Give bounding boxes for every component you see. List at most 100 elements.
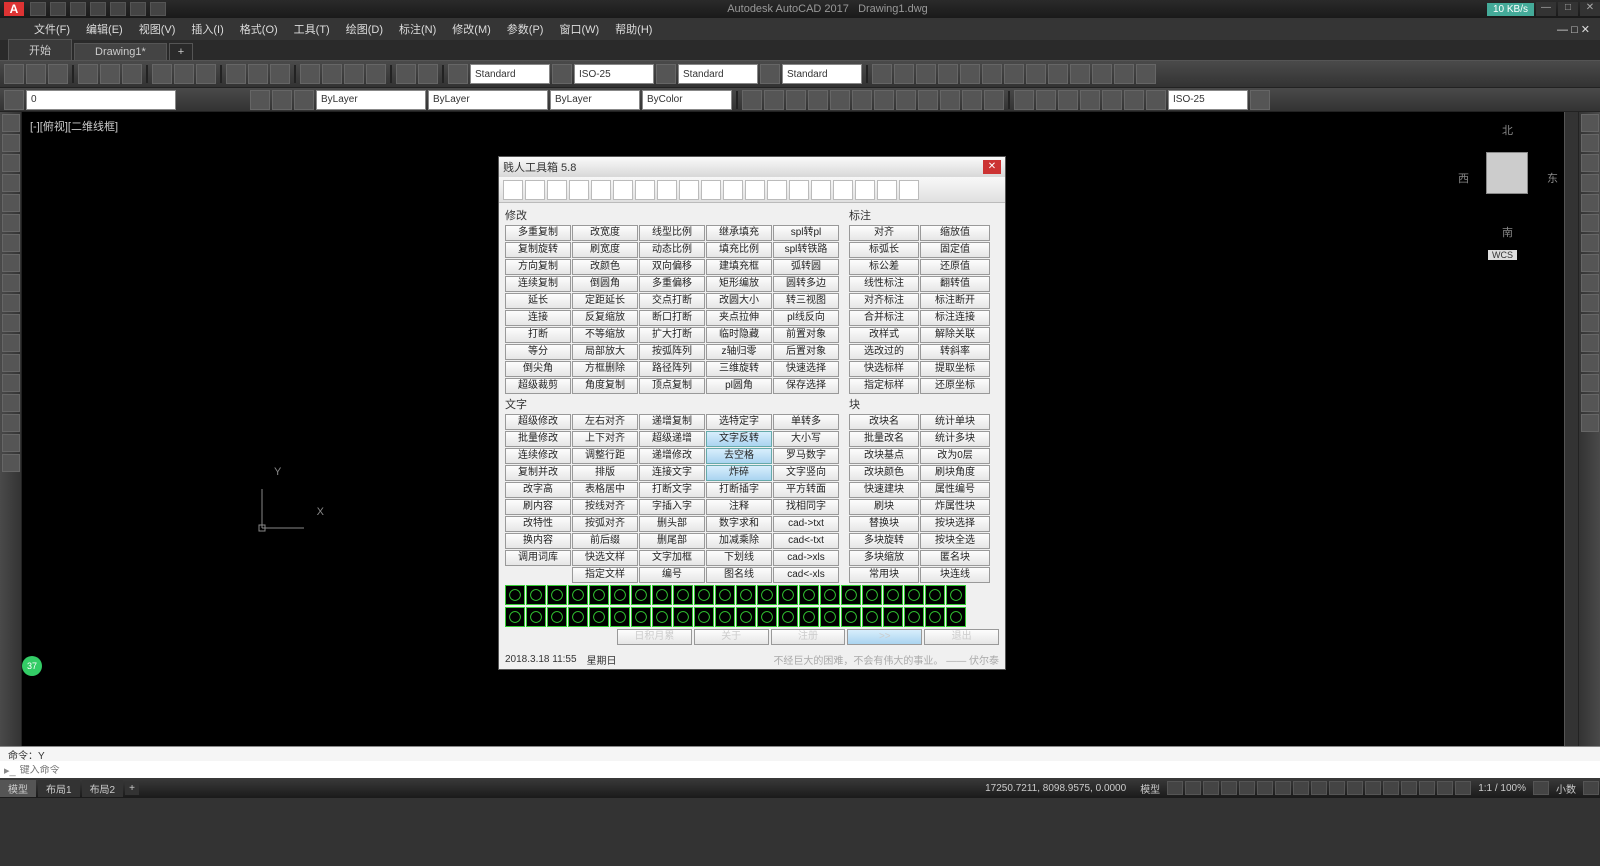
symbol-1-16-icon[interactable] xyxy=(841,607,861,627)
tool-继承填充[interactable]: 继承填充 xyxy=(706,225,772,241)
symbol-1-0-icon[interactable] xyxy=(505,607,525,627)
snap-icon[interactable] xyxy=(1167,781,1183,795)
d-textedit-icon[interactable] xyxy=(1124,90,1144,110)
tool-扩大打断[interactable]: 扩大打断 xyxy=(639,327,705,343)
tool-cad->xls[interactable]: cad->xls xyxy=(773,550,839,566)
tool-局部放大[interactable]: 局部放大 xyxy=(572,344,638,360)
arc-icon[interactable] xyxy=(2,174,20,192)
tb-calc-icon[interactable] xyxy=(366,64,386,84)
symbol-0-2-icon[interactable] xyxy=(547,585,567,605)
mdi-controls[interactable]: — □ ✕ xyxy=(1553,21,1594,38)
tool-顶点复制[interactable]: 顶点复制 xyxy=(639,378,705,394)
symbol-0-6-icon[interactable] xyxy=(631,585,651,605)
dialog-close-icon[interactable]: ✕ xyxy=(983,160,1001,174)
tool-快选文样[interactable]: 快选文样 xyxy=(572,550,638,566)
grid-icon[interactable] xyxy=(1185,781,1201,795)
tool-连接[interactable]: 连接 xyxy=(505,310,571,326)
symbol-0-14-icon[interactable] xyxy=(799,585,819,605)
tool-罗马数字[interactable]: 罗马数字 xyxy=(773,448,839,464)
symbol-0-8-icon[interactable] xyxy=(673,585,693,605)
qat-new-icon[interactable] xyxy=(30,2,46,16)
d-diameter-icon[interactable] xyxy=(852,90,872,110)
tb-open-icon[interactable] xyxy=(26,64,46,84)
tool-对齐标注[interactable]: 对齐标注 xyxy=(849,293,919,309)
d-update-icon[interactable] xyxy=(1146,90,1166,110)
d-ord-icon[interactable] xyxy=(896,90,916,110)
region-icon[interactable] xyxy=(2,374,20,392)
tool-复制旋转[interactable]: 复制旋转 xyxy=(505,242,571,258)
tool-打断文字[interactable]: 打断文字 xyxy=(639,482,705,498)
hatch-icon[interactable] xyxy=(1114,64,1134,84)
d-aligned-icon[interactable] xyxy=(764,90,784,110)
tool-找相同字[interactable]: 找相同字 xyxy=(773,499,839,515)
line-icon[interactable] xyxy=(2,114,20,132)
tool-批量改名[interactable]: 批量改名 xyxy=(849,431,919,447)
color-drop[interactable]: ByLayer xyxy=(316,90,426,110)
tool-连续复制[interactable]: 连续复制 xyxy=(505,276,571,292)
break-icon[interactable] xyxy=(1581,334,1599,352)
tool-定距延长[interactable]: 定距延长 xyxy=(572,293,638,309)
symbol-1-14-icon[interactable] xyxy=(799,607,819,627)
symbol-1-8-icon[interactable] xyxy=(673,607,693,627)
tool-文字反转[interactable]: 文字反转 xyxy=(706,431,772,447)
dlg-info-icon[interactable] xyxy=(877,180,897,200)
tool-加减乘除[interactable]: 加减乘除 xyxy=(706,533,772,549)
ltype-drop[interactable]: ByLayer xyxy=(428,90,548,110)
rect-icon[interactable] xyxy=(2,194,20,212)
tool-交点打断[interactable]: 交点打断 xyxy=(639,293,705,309)
symbol-0-5-icon[interactable] xyxy=(610,585,630,605)
tool-属性编号[interactable]: 属性编号 xyxy=(920,482,990,498)
tool-调用词库[interactable]: 调用词库 xyxy=(505,550,571,566)
tool-删尾部[interactable]: 删尾部 xyxy=(639,533,705,549)
qat-save-icon[interactable] xyxy=(70,2,86,16)
text2-icon[interactable] xyxy=(2,434,20,452)
d-jogline-icon[interactable] xyxy=(1080,90,1100,110)
tool-大小写[interactable]: 大小写 xyxy=(773,431,839,447)
tool-指定文样[interactable]: 指定文样 xyxy=(572,567,638,583)
d-style-icon[interactable] xyxy=(1250,90,1270,110)
dimstyle-icon[interactable] xyxy=(552,64,572,84)
tool-双向偏移[interactable]: 双向偏移 xyxy=(639,259,705,275)
symbol-1-18-icon[interactable] xyxy=(883,607,903,627)
menu-edit[interactable]: 编辑(E) xyxy=(82,19,127,39)
tool-断口打断[interactable]: 断口打断 xyxy=(639,310,705,326)
close-icon[interactable]: ✕ xyxy=(1580,2,1600,16)
tool-改为0层[interactable]: 改为0层 xyxy=(920,448,990,464)
tool-标公差[interactable]: 标公差 xyxy=(849,259,919,275)
dlg-open-icon[interactable] xyxy=(503,180,523,200)
symbol-0-16-icon[interactable] xyxy=(841,585,861,605)
menu-tools[interactable]: 工具(T) xyxy=(290,19,334,39)
tool-下划线[interactable]: 下划线 xyxy=(706,550,772,566)
polar-icon[interactable] xyxy=(1221,781,1237,795)
symbol-0-18-icon[interactable] xyxy=(883,585,903,605)
symbol-0-21-icon[interactable] xyxy=(946,585,966,605)
symbol-0-7-icon[interactable] xyxy=(652,585,672,605)
symbol-1-15-icon[interactable] xyxy=(820,607,840,627)
btn-daily[interactable]: 日积月累 xyxy=(617,629,692,645)
d-tol-icon[interactable] xyxy=(1014,90,1034,110)
trans-icon[interactable] xyxy=(1311,781,1327,795)
wcs-badge[interactable]: WCS xyxy=(1488,250,1517,260)
tool-等分[interactable]: 等分 xyxy=(505,344,571,360)
tool-方向复制[interactable]: 方向复制 xyxy=(505,259,571,275)
dlg-ruler-icon[interactable] xyxy=(635,180,655,200)
symbol-0-0-icon[interactable] xyxy=(505,585,525,605)
tool-pl圆角[interactable]: pl圆角 xyxy=(706,378,772,394)
tool-按弧对齐[interactable]: 按弧对齐 xyxy=(572,516,638,532)
d-angular-icon[interactable] xyxy=(786,90,806,110)
dlg-print-icon[interactable] xyxy=(547,180,567,200)
tb-sheet-icon[interactable] xyxy=(322,64,342,84)
tab-add[interactable]: + xyxy=(125,782,139,795)
tool-标弧长[interactable]: 标弧长 xyxy=(849,242,919,258)
tab-model[interactable]: 模型 xyxy=(0,780,36,797)
dim-4-icon[interactable] xyxy=(1004,64,1024,84)
tool-选改过的[interactable]: 选改过的 xyxy=(849,344,919,360)
dlg-zoom-icon[interactable] xyxy=(613,180,633,200)
tool-解除关联[interactable]: 解除关联 xyxy=(920,327,990,343)
tool-改宽度[interactable]: 改宽度 xyxy=(572,225,638,241)
tool-改字高[interactable]: 改字高 xyxy=(505,482,571,498)
sc-icon[interactable] xyxy=(1347,781,1363,795)
layer-mgr-icon[interactable] xyxy=(4,90,24,110)
hw-icon[interactable] xyxy=(1455,781,1471,795)
tool-多重偏移[interactable]: 多重偏移 xyxy=(639,276,705,292)
